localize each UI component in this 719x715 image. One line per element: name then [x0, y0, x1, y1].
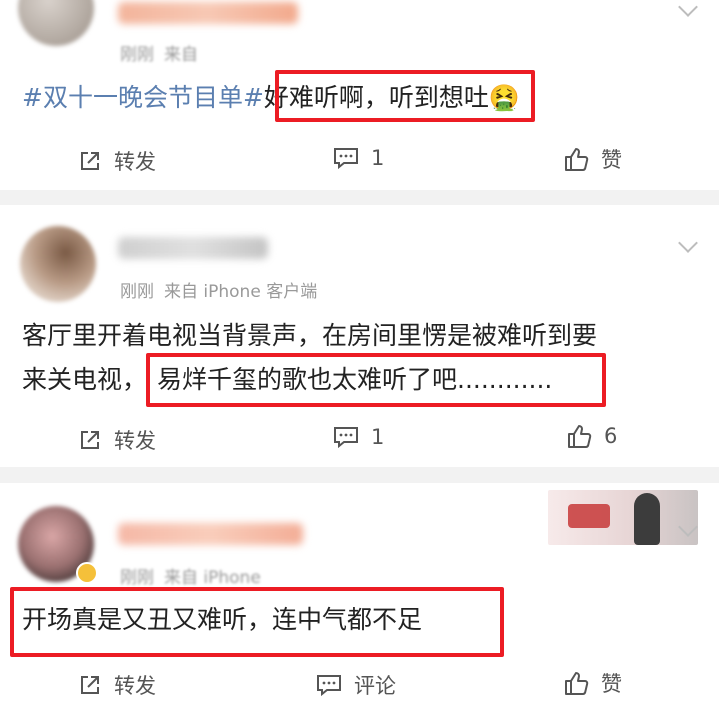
chevron-down-icon[interactable]: [678, 0, 698, 17]
repost-button[interactable]: 转发: [78, 146, 156, 176]
repost-button[interactable]: 转发: [78, 670, 156, 700]
comment-count: 1: [371, 425, 385, 449]
like-button[interactable]: 赞: [563, 144, 622, 174]
comment-bubble-icon: [316, 673, 342, 697]
post-source: 来自: [164, 45, 198, 65]
avatar[interactable]: [18, 0, 94, 46]
avatar[interactable]: [20, 226, 96, 302]
comment-bubble-icon: [333, 425, 359, 449]
comment-count: 1: [371, 146, 385, 170]
show-logo: [568, 504, 610, 528]
thumbs-up-icon: [563, 670, 589, 696]
post-content-line-1: 客厅里开着电视当背景声，在房间里愣是被难听到要: [22, 321, 598, 350]
thumbs-up-icon: [566, 423, 592, 449]
post-source: 来自 iPhone: [164, 568, 261, 588]
highlight-box: [275, 70, 535, 122]
like-label: 赞: [601, 672, 622, 696]
weibo-post-1: 刚刚 来自 #双十一晚会节目单#好难听啊，听到想吐🤮 转发 1 赞: [0, 0, 719, 190]
repost-label: 转发: [114, 674, 156, 698]
thumbs-up-icon: [563, 146, 589, 172]
share-square-icon: [78, 428, 102, 452]
performer-figure: [634, 493, 660, 545]
comment-label: 评论: [354, 674, 396, 698]
post-meta: 刚刚 来自: [120, 40, 198, 65]
hashtag-link[interactable]: #双十一晚会节目单#: [22, 83, 264, 112]
plain-text: 来关电视，: [22, 365, 148, 394]
comment-button[interactable]: 评论: [316, 670, 396, 700]
verified-badge-icon: [76, 562, 98, 584]
comment-button[interactable]: 1: [333, 425, 384, 449]
post-time: 刚刚: [120, 282, 154, 302]
repost-button[interactable]: 转发: [78, 425, 156, 455]
post-time: 刚刚: [120, 45, 154, 65]
repost-label: 转发: [114, 429, 156, 453]
post-time: 刚刚: [120, 568, 154, 588]
like-button[interactable]: 赞: [563, 668, 622, 698]
highlight-box: [10, 587, 504, 657]
username-blurred[interactable]: [118, 523, 303, 545]
like-button[interactable]: 6: [566, 423, 617, 449]
highlight-box: [146, 353, 606, 407]
post-meta: 刚刚 来自 iPhone: [120, 563, 261, 588]
username-blurred[interactable]: [118, 2, 298, 24]
post-meta: 刚刚 来自 iPhone 客户端: [120, 277, 317, 302]
share-square-icon: [78, 673, 102, 697]
like-count: 6: [604, 424, 618, 448]
comment-bubble-icon: [333, 146, 359, 170]
comment-button[interactable]: 1: [333, 146, 384, 170]
username-blurred[interactable]: [118, 237, 268, 259]
share-square-icon: [78, 149, 102, 173]
post-source: 来自 iPhone 客户端: [164, 282, 318, 302]
like-label: 赞: [601, 148, 622, 172]
video-thumbnail[interactable]: [548, 490, 698, 545]
repost-label: 转发: [114, 150, 156, 174]
